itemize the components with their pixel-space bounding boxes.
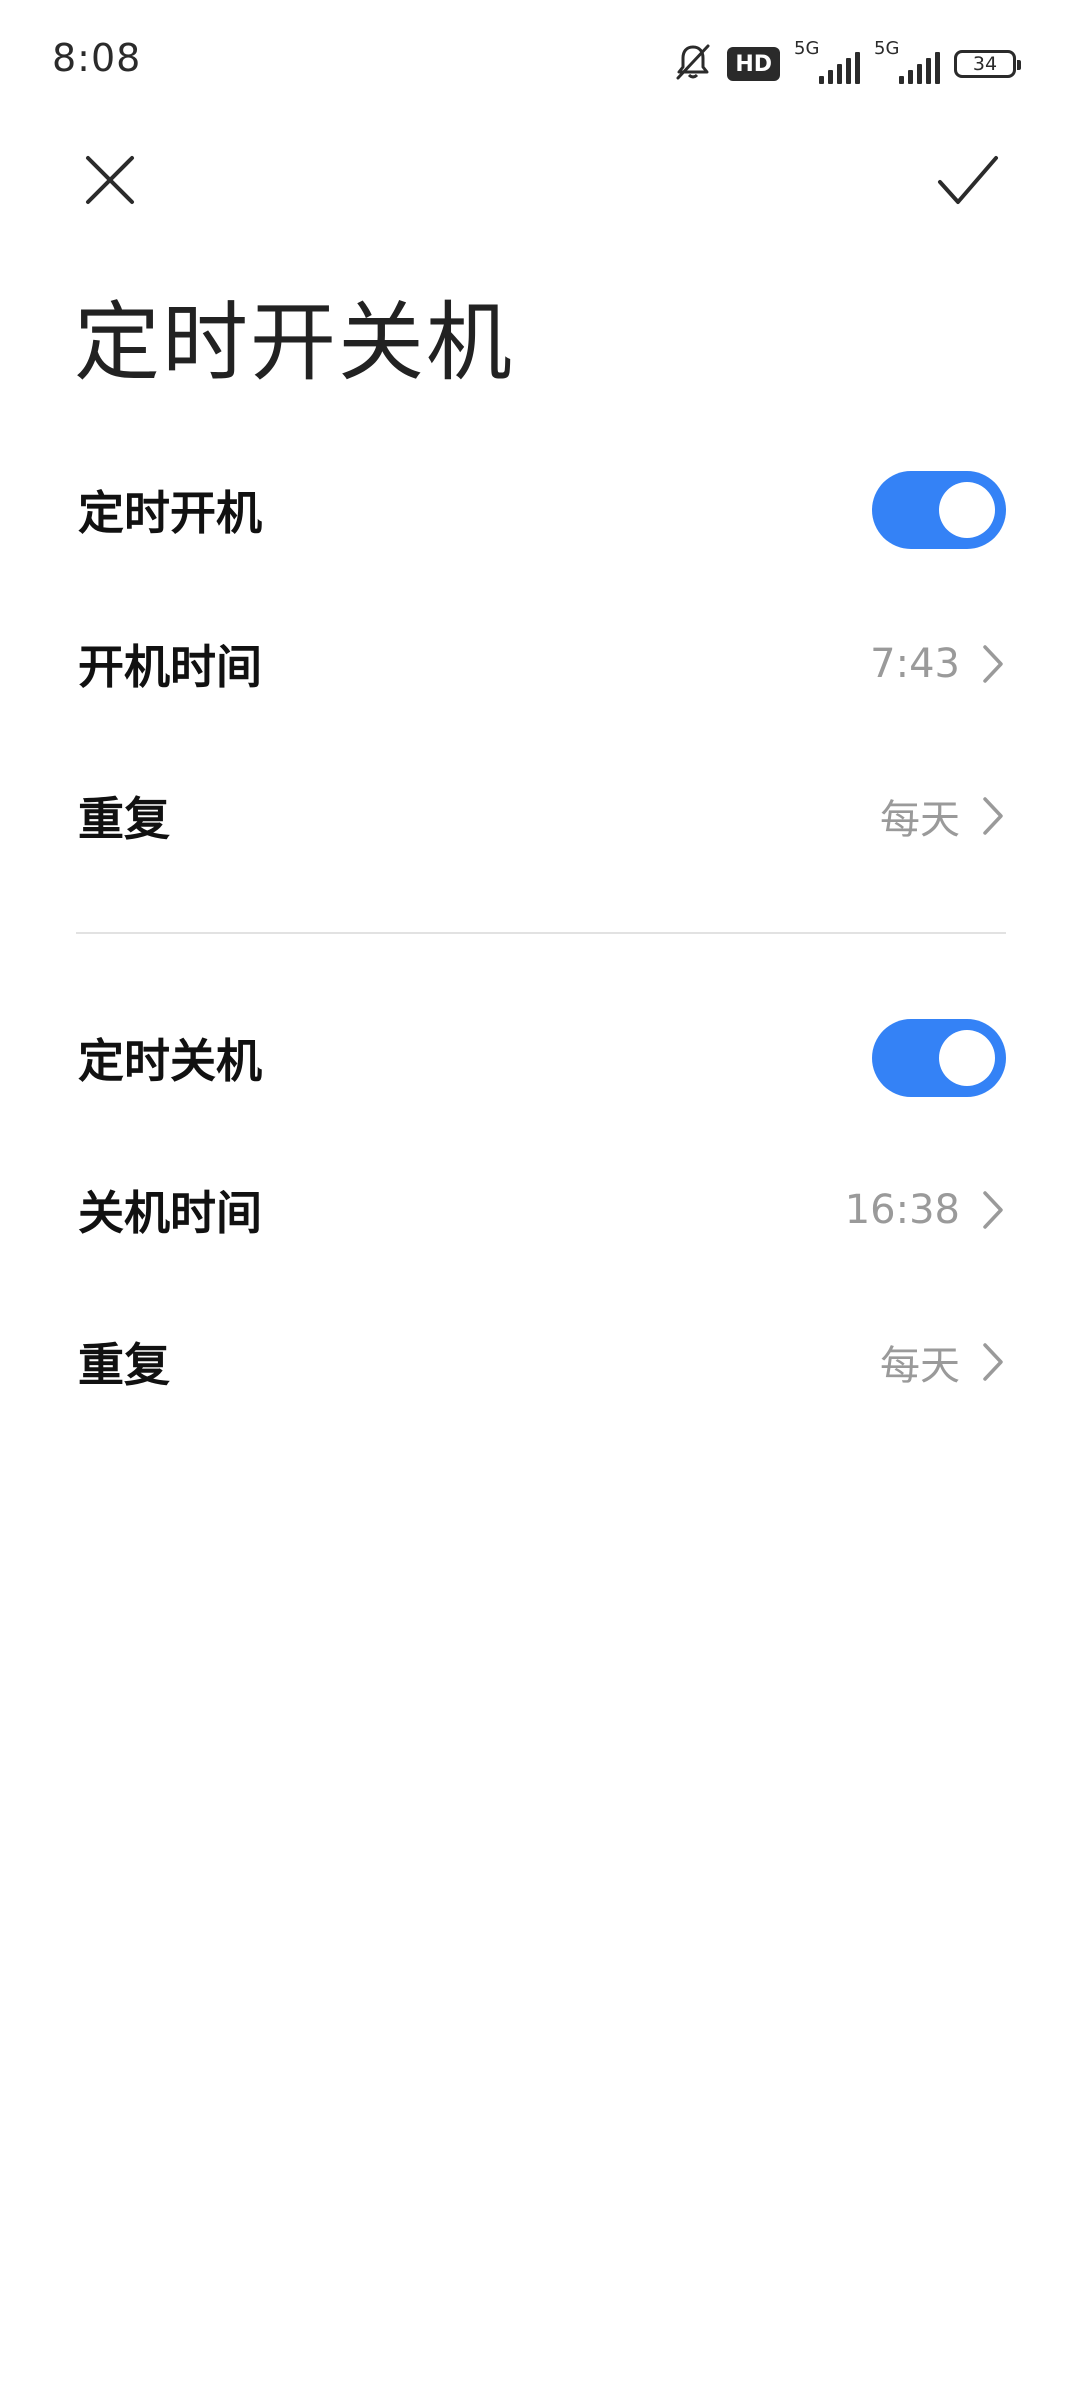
page-title: 定时开关机 bbox=[74, 293, 514, 393]
chevron-right-icon bbox=[980, 1188, 1006, 1232]
power-on-time-value: 7:43 bbox=[870, 641, 960, 687]
close-button[interactable] bbox=[70, 140, 150, 220]
power-on-switch[interactable] bbox=[872, 471, 1006, 549]
power-off-label: 定时关机 bbox=[78, 1034, 262, 1088]
power-on-repeat-row[interactable]: 重复 每天 bbox=[78, 766, 1006, 866]
power-off-time-label: 关机时间 bbox=[78, 1186, 262, 1240]
section-divider bbox=[76, 932, 1006, 934]
power-off-switch[interactable] bbox=[872, 1019, 1006, 1097]
power-off-repeat-row[interactable]: 重复 每天 bbox=[78, 1312, 1006, 1412]
status-icons: HD 5G 5G 34 bbox=[673, 38, 1021, 86]
power-on-repeat-label: 重复 bbox=[78, 792, 170, 846]
network-type-label: 5G bbox=[874, 38, 900, 59]
power-off-time-row[interactable]: 关机时间 16:38 bbox=[78, 1160, 1006, 1260]
signal-icon: 5G bbox=[794, 38, 860, 84]
hd-icon: HD bbox=[727, 47, 780, 81]
power-off-time-value: 16:38 bbox=[844, 1187, 960, 1233]
battery-icon: 34 bbox=[954, 50, 1021, 78]
power-off-repeat-label: 重复 bbox=[78, 1338, 170, 1392]
power-off-toggle-row[interactable]: 定时关机 bbox=[78, 1008, 1006, 1108]
power-on-time-label: 开机时间 bbox=[78, 640, 262, 694]
check-icon bbox=[938, 156, 998, 204]
power-on-label: 定时开机 bbox=[78, 486, 262, 540]
chevron-right-icon bbox=[980, 794, 1006, 838]
power-on-time-row[interactable]: 开机时间 7:43 bbox=[78, 614, 1006, 714]
confirm-button[interactable] bbox=[926, 140, 1010, 220]
power-off-repeat-value: 每天 bbox=[880, 1343, 960, 1389]
switch-knob bbox=[939, 1030, 995, 1086]
power-on-toggle-row[interactable]: 定时开机 bbox=[78, 460, 1006, 560]
scheduled-power-screen: 8:08 HD 5G 5G 34 定时开关机 定时开机 开机时间 7:43 重复… bbox=[0, 0, 1080, 2400]
status-bar: 8:08 HD 5G 5G 34 bbox=[0, 0, 1080, 120]
status-time: 8:08 bbox=[52, 36, 142, 80]
switch-knob bbox=[939, 482, 995, 538]
mute-bell-icon bbox=[673, 42, 713, 86]
network-type-label: 5G bbox=[794, 38, 820, 59]
signal-icon: 5G bbox=[874, 38, 940, 84]
power-on-repeat-value: 每天 bbox=[880, 797, 960, 843]
chevron-right-icon bbox=[980, 1340, 1006, 1384]
chevron-right-icon bbox=[980, 642, 1006, 686]
close-icon bbox=[86, 156, 134, 204]
